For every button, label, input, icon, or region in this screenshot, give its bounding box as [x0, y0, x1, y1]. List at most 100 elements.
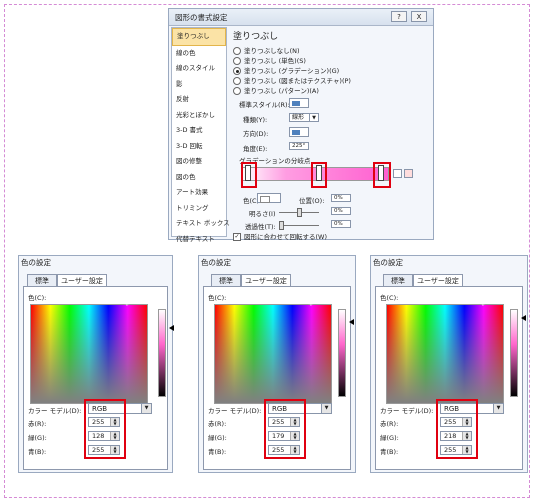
preset-gradient-button[interactable] [289, 98, 309, 108]
crosshair-icon: + [124, 300, 130, 308]
highlight-rgb-values [436, 399, 478, 459]
remove-stop-icon[interactable] [404, 169, 413, 178]
fill-option-label: 塗りつぶし (グラデーション)(G) [244, 67, 340, 75]
fill-option-picture[interactable]: 塗りつぶし (図またはテクスチャ)(P) [233, 75, 351, 85]
color-dialog-title: 色の設定 [373, 258, 403, 267]
color-spectrum[interactable] [386, 304, 504, 404]
luminance-slider[interactable] [338, 309, 346, 397]
fill-option-solid[interactable]: 塗りつぶし (単色)(S) [233, 55, 306, 65]
green-label: 緑(G): [380, 434, 399, 442]
position-label: 位置(O): [299, 197, 325, 205]
radio-icon [233, 47, 241, 55]
crosshair-icon: + [480, 300, 486, 308]
dialog-title: 図形の書式設定 [175, 13, 228, 22]
chevron-down-icon: ▼ [309, 114, 318, 121]
nav-item-reflection[interactable]: 反射 [172, 92, 226, 108]
color-model-label: カラー モデル(D): [28, 407, 82, 415]
highlight-rgb-values [264, 399, 306, 459]
fill-option-none[interactable]: 塗りつぶしなし(N) [233, 45, 300, 55]
blue-label: 青(B): [380, 448, 399, 456]
blue-label: 青(B): [208, 448, 227, 456]
preset-label: 標準スタイル(R): [239, 101, 290, 109]
nav-item-glow[interactable]: 光彩とぼかし [172, 108, 226, 124]
rotate-with-shape-checkbox[interactable]: ✓ 図形に合わせて回転する(W) [233, 231, 327, 241]
chevron-down-icon: ▼ [493, 404, 503, 413]
nav-item-crop[interactable]: トリミング [172, 201, 226, 217]
color-dialog-1: 色の設定 標準 ユーザー設定 色(C): + カラー モデル(D): RGB ▼ … [18, 255, 174, 473]
fill-option-label: 塗りつぶし (パターン)(A) [244, 87, 319, 95]
red-label: 赤(R): [28, 420, 47, 428]
type-label: 種類(Y): [243, 116, 268, 124]
angle-input[interactable]: 225° [289, 142, 309, 150]
color-dialog-title: 色の設定 [201, 258, 231, 267]
nav-item-alt-text[interactable]: 代替テキスト [172, 232, 226, 248]
transparency-input[interactable]: 0% [331, 220, 351, 228]
luminance-arrow-icon[interactable] [169, 325, 174, 331]
color-dialog-2: 色の設定 標準 ユーザー設定 色(C): + カラー モデル(D): RGB ▼ … [198, 255, 356, 473]
luminance-slider[interactable] [510, 309, 518, 397]
tab-standard[interactable]: 標準 [211, 274, 241, 286]
fill-option-label: 塗りつぶし (単色)(S) [244, 57, 306, 65]
crosshair-icon: + [308, 300, 314, 308]
nav-item-fill[interactable]: 塗りつぶし [172, 28, 226, 46]
nav-item-shadow[interactable]: 影 [172, 77, 226, 93]
nav-item-text-box[interactable]: テキスト ボックス [172, 216, 230, 232]
transparency-slider-thumb[interactable] [279, 221, 284, 230]
check-icon: ✓ [233, 233, 241, 241]
help-button[interactable]: ? [391, 11, 407, 22]
position-input[interactable]: 0% [331, 194, 351, 202]
custom-panel: 色(C): + カラー モデル(D): RGB ▼ 赤(R): 255 ▲ ▼ 緑(G… [203, 286, 354, 470]
nav-item-line-color[interactable]: 線の色 [172, 46, 226, 62]
custom-panel: 色(C): + カラー モデル(D): RGB ▼ 赤(R): 255 ▲ ▼ 緑(G… [23, 286, 174, 470]
highlight-rgb-values [84, 399, 126, 459]
chevron-down-icon: ▼ [141, 404, 151, 413]
tab-custom[interactable]: ユーザー設定 [241, 274, 291, 286]
luminance-arrow-icon[interactable] [349, 319, 354, 325]
color-dialog-3: 色の設定 標準 ユーザー設定 色(C): + カラー モデル(D): RGB ▼ … [370, 255, 528, 473]
highlight-stop-3 [373, 162, 391, 188]
tab-standard[interactable]: 標準 [383, 274, 413, 286]
transparency-label: 透過性(T): [245, 223, 276, 231]
type-value: 線形 [292, 114, 305, 121]
color-spectrum[interactable] [30, 304, 148, 404]
brightness-slider-thumb[interactable] [297, 208, 302, 217]
red-label: 赤(R): [380, 420, 399, 428]
nav-item-line-style[interactable]: 線のスタイル [172, 61, 226, 77]
type-select[interactable]: 線形 ▼ [289, 113, 319, 122]
radio-icon [233, 57, 241, 65]
category-list: 塗りつぶし 線の色 線のスタイル 影 反射 光彩とぼかし 3-D 書式 3-D … [171, 27, 230, 243]
highlight-stop-1 [241, 162, 257, 188]
radio-selected-icon [233, 67, 241, 75]
brightness-input[interactable]: 0% [331, 207, 351, 215]
close-button[interactable]: X [411, 11, 427, 22]
add-stop-icon[interactable] [393, 169, 402, 178]
fill-option-gradient[interactable]: 塗りつぶし (グラデーション)(G) [233, 65, 339, 75]
color-spectrum[interactable] [214, 304, 332, 404]
tab-standard[interactable]: 標準 [27, 274, 57, 286]
fill-option-label: 塗りつぶし (図またはテクスチャ)(P) [244, 77, 351, 85]
green-label: 緑(G): [208, 434, 227, 442]
color-dialog-title: 色の設定 [21, 258, 51, 267]
brightness-label: 明るさ(I) [249, 210, 276, 218]
color-model-label: カラー モデル(D): [208, 407, 262, 415]
nav-item-picture-color[interactable]: 図の色 [172, 170, 226, 186]
nav-item-3d-format[interactable]: 3-D 書式 [172, 123, 226, 139]
direction-button[interactable] [289, 127, 309, 137]
nav-item-3d-rotation[interactable]: 3-D 回転 [172, 139, 226, 155]
highlight-stop-2 [311, 162, 327, 188]
dialog-titlebar: 図形の書式設定 ? X [169, 9, 433, 26]
nav-item-picture-corrections[interactable]: 図の修整 [172, 154, 226, 170]
color-label: 色(C): [208, 294, 227, 302]
chevron-down-icon: ▼ [321, 404, 331, 413]
nav-item-artistic-effects[interactable]: アート効果 [172, 185, 226, 201]
green-label: 緑(G): [28, 434, 47, 442]
color-picker-button[interactable] [257, 193, 281, 203]
transparency-slider[interactable] [279, 225, 319, 226]
luminance-slider[interactable] [158, 309, 166, 397]
tab-custom[interactable]: ユーザー設定 [57, 274, 107, 286]
fill-panel: 塗りつぶし 塗りつぶしなし(N) 塗りつぶし (単色)(S) 塗りつぶし (グラ… [231, 27, 431, 241]
color-label: 色(C): [28, 294, 47, 302]
luminance-arrow-icon[interactable] [521, 315, 526, 321]
tab-custom[interactable]: ユーザー設定 [413, 274, 463, 286]
fill-option-pattern[interactable]: 塗りつぶし (パターン)(A) [233, 85, 319, 95]
